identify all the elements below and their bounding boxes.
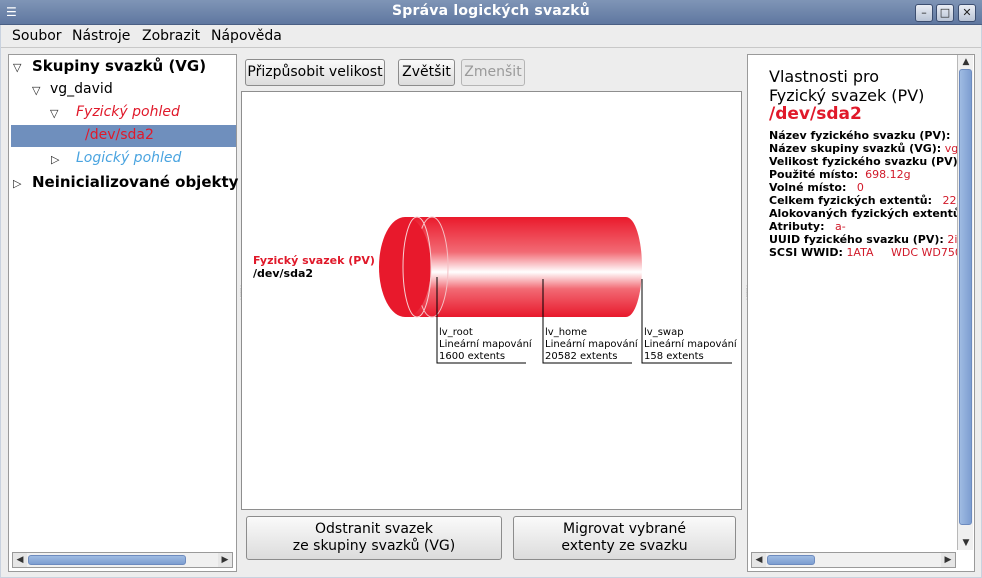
prop-used-space: Použité místo: 698.12g bbox=[769, 168, 911, 181]
migrate-line2: extenty ze svazku bbox=[561, 538, 688, 554]
prop-pv-size: Velikost fyzického svazku (PV): bbox=[769, 155, 963, 168]
segment-extents: 158 extents bbox=[644, 351, 704, 362]
remove-pv-line1: Odstranit svazek bbox=[315, 521, 433, 537]
prop-free-space: Volné místo: 0 bbox=[769, 181, 864, 194]
scrollbar-thumb[interactable] bbox=[767, 555, 815, 565]
segment-extents: 1600 extents bbox=[439, 351, 506, 362]
properties-device: /dev/sda2 bbox=[769, 104, 862, 124]
segment-mapping: Lineární mapování bbox=[545, 339, 638, 350]
scroll-left-icon[interactable]: ◀ bbox=[752, 553, 766, 567]
properties-heading: Vlastnosti pro bbox=[769, 67, 880, 86]
properties-horizontal-scrollbar[interactable]: ◀ ▶ bbox=[751, 552, 956, 568]
scroll-down-icon[interactable]: ▼ bbox=[958, 536, 974, 550]
zoom-in-button[interactable]: Zvětšit bbox=[398, 59, 455, 86]
fit-size-button[interactable]: Přizpůsobit velikost bbox=[245, 59, 385, 86]
segment-mapping: Lineární mapování bbox=[439, 339, 532, 350]
segment-label-lv-root[interactable]: lv_root Lineární mapování 1600 extents bbox=[439, 327, 532, 363]
expanded-triangle-icon[interactable]: ▽ bbox=[32, 84, 40, 97]
properties-subheading: Fyzický svazek (PV) bbox=[769, 86, 925, 105]
remove-pv-button[interactable]: Odstranit svazek ze skupiny svazků (VG) bbox=[246, 516, 502, 560]
tree-item-uninitialized[interactable]: Neinicializované objekty bbox=[32, 171, 238, 193]
tree-horizontal-scrollbar[interactable]: ◀ ▶ bbox=[12, 552, 233, 568]
menu-napoveda[interactable]: Nápověda bbox=[211, 28, 282, 44]
close-icon[interactable]: ✕ bbox=[958, 4, 976, 22]
scroll-left-icon[interactable]: ◀ bbox=[13, 553, 27, 567]
main-window: Soubor Nástroje Zobrazit Nápověda ▽ Skup… bbox=[1, 25, 981, 577]
splitter-grip[interactable]: ⋮⋮⋮ bbox=[743, 285, 751, 301]
prop-allocated-extents: Alokovaných fyzických extentů: bbox=[769, 207, 966, 220]
menu-nastroje[interactable]: Nástroje bbox=[72, 28, 130, 44]
prop-pv-name: Název fyzického svazku (PV): bbox=[769, 129, 951, 142]
segment-label-lv-home[interactable]: lv_home Lineární mapování 20582 extents bbox=[545, 327, 638, 363]
properties-vertical-scrollbar[interactable]: ▲ ▼ bbox=[957, 55, 973, 550]
scroll-up-icon[interactable]: ▲ bbox=[958, 55, 974, 69]
segment-name: lv_home bbox=[545, 327, 588, 338]
minimize-icon[interactable]: – bbox=[915, 4, 933, 22]
cylinder-body[interactable] bbox=[405, 217, 642, 317]
maximize-icon[interactable]: □ bbox=[936, 4, 954, 22]
segment-extents: 20582 extents bbox=[545, 351, 618, 362]
splitter-grip[interactable]: ⋮⋮⋮ bbox=[237, 285, 245, 301]
prop-scsi-wwid: SCSI WWID: 1ATA WDC WD750 bbox=[769, 246, 962, 259]
tree-item-dev-sda2[interactable]: /dev/sda2 bbox=[85, 124, 154, 146]
scroll-right-icon[interactable]: ▶ bbox=[218, 553, 232, 567]
remove-pv-line2: ze skupiny svazků (VG) bbox=[292, 538, 456, 554]
menubar: Soubor Nástroje Zobrazit Nápověda bbox=[1, 25, 981, 48]
cylinder-end-cap bbox=[379, 217, 431, 317]
tree-item-vg-david[interactable]: vg_david bbox=[50, 78, 113, 100]
menu-soubor[interactable]: Soubor bbox=[12, 28, 62, 44]
zoom-out-button: Zmenšit bbox=[461, 59, 525, 86]
segment-label-lv-swap[interactable]: lv_swap Lineární mapování 158 extents bbox=[644, 327, 737, 363]
menu-zobrazit[interactable]: Zobrazit bbox=[142, 28, 200, 44]
segment-name: lv_root bbox=[439, 327, 473, 338]
collapsed-triangle-icon[interactable]: ▷ bbox=[13, 177, 21, 190]
prop-pv-uuid: UUID fyzického svazku (PV): 2iP bbox=[769, 233, 965, 246]
title-bar: ☰ Správa logických svazků – □ ✕ bbox=[0, 0, 982, 25]
scrollbar-thumb[interactable] bbox=[28, 555, 186, 565]
collapsed-triangle-icon[interactable]: ▷ bbox=[51, 153, 59, 166]
prop-total-extents: Celkem fyzických extentů: 223 bbox=[769, 194, 964, 207]
expanded-triangle-icon[interactable]: ▽ bbox=[13, 61, 21, 74]
tree-item-logical-view[interactable]: Logický pohled bbox=[76, 147, 181, 169]
scrollbar-thumb[interactable] bbox=[959, 69, 972, 525]
prop-attributes: Atributy: a- bbox=[769, 220, 846, 233]
prop-vg-name: Název skupiny svazků (VG): vg bbox=[769, 142, 959, 155]
segment-name: lv_swap bbox=[644, 327, 684, 338]
tree-panel: ▽ Skupiny svazků (VG) ▽ vg_david ▽ Fyzic… bbox=[8, 54, 238, 572]
migrate-line1: Migrovat vybrané bbox=[563, 521, 686, 537]
tree-item-volume-groups[interactable]: Skupiny svazků (VG) bbox=[32, 55, 206, 77]
migrate-extents-button[interactable]: Migrovat vybrané extenty ze svazku bbox=[513, 516, 736, 560]
diagram-canvas: Fyzický svazek (PV) /dev/sda2 lv_root Li… bbox=[241, 91, 742, 510]
properties-panel: Vlastnosti pro Fyzický svazek (PV) /dev/… bbox=[747, 54, 975, 572]
segment-mapping: Lineární mapování bbox=[644, 339, 737, 350]
scroll-right-icon[interactable]: ▶ bbox=[941, 553, 955, 567]
tree-item-physical-view[interactable]: Fyzický pohled bbox=[76, 101, 180, 123]
expanded-triangle-icon[interactable]: ▽ bbox=[50, 107, 58, 120]
window-title: Správa logických svazků bbox=[392, 3, 590, 19]
